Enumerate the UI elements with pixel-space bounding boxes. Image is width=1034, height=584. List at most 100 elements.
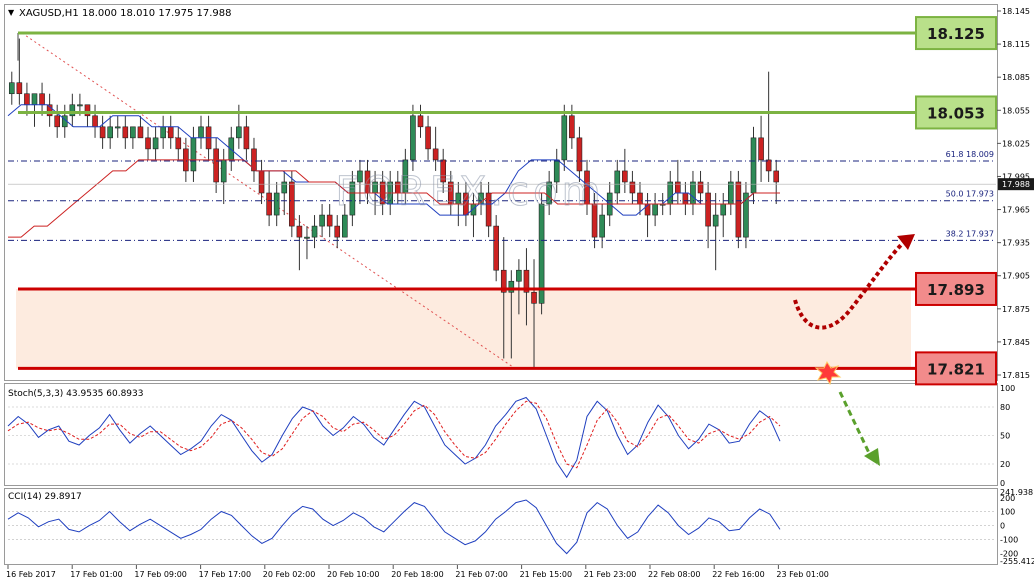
candle-body xyxy=(24,93,30,106)
candle-body xyxy=(167,126,174,139)
stoch-label: Stoch(5,3,3) 43.9535 60.8933 xyxy=(8,389,143,399)
candle-body xyxy=(432,148,439,161)
candle xyxy=(750,126,757,205)
fib-label: 61.8 18.009 xyxy=(946,150,994,159)
fib-label: 38.2 17.937 xyxy=(946,229,994,238)
time-tick-label: 22 Feb 08:00 xyxy=(648,570,700,579)
stoch-tick-label: 50 xyxy=(1000,432,1010,441)
time-tick-label: 23 Feb 01:00 xyxy=(776,570,828,579)
stoch-tick-label: 0 xyxy=(1000,479,1005,488)
level-label: 17.821 xyxy=(927,360,985,378)
candle-body xyxy=(311,225,318,238)
header-arrow-icon[interactable]: ▼ xyxy=(8,8,15,17)
time-tick-label: 17 Feb 17:00 xyxy=(199,570,251,579)
cci-tick-label: 0 xyxy=(1000,522,1005,531)
candle-body xyxy=(652,203,658,216)
price-tick-label: 17.815 xyxy=(1002,371,1030,380)
stoch-tick-label: 80 xyxy=(1000,403,1010,412)
candle-body xyxy=(54,115,60,128)
cci-tick-label: -100 xyxy=(1000,535,1018,544)
time-tick-label: 17 Feb 09:00 xyxy=(134,570,186,579)
candle-body xyxy=(152,137,159,150)
stoch-tick-label: 100 xyxy=(1000,384,1015,393)
candle-body xyxy=(516,269,522,282)
candle-body xyxy=(8,82,15,95)
candle-body xyxy=(160,126,166,139)
candle-body xyxy=(145,137,151,150)
time-tick-label: 22 Feb 16:00 xyxy=(712,570,764,579)
candle-body xyxy=(198,126,204,139)
cci-label: CCI(14) 29.8917 xyxy=(8,492,82,502)
candle-body xyxy=(281,181,288,194)
candle-body xyxy=(107,126,113,139)
candle-body xyxy=(114,126,121,129)
level-label: 17.893 xyxy=(927,281,985,299)
price-tick-label: 18.025 xyxy=(1002,139,1030,148)
price-tick-label: 18.085 xyxy=(1002,73,1030,82)
candle-body xyxy=(690,181,696,205)
candle-body xyxy=(228,137,235,161)
price-tick-label: 18.055 xyxy=(1002,106,1030,115)
candle-body xyxy=(99,126,106,139)
candle-body xyxy=(697,181,704,194)
candle-body xyxy=(266,192,272,216)
candle-body xyxy=(675,181,681,194)
candle-body xyxy=(629,181,636,194)
time-tick-label: 21 Feb 07:00 xyxy=(455,570,507,579)
candle-body xyxy=(758,137,764,161)
time-tick-label: 20 Feb 18:00 xyxy=(391,570,443,579)
candle-body xyxy=(342,214,348,238)
candle-body xyxy=(130,126,136,139)
candle-body xyxy=(31,93,38,106)
candle-body xyxy=(622,170,628,183)
price-chart[interactable]: 18.125 18.053 17.893 17.821 61.8 18.009 50.0… xyxy=(0,0,1034,584)
candle-body xyxy=(614,170,621,194)
candle-body xyxy=(175,137,182,150)
candle-body xyxy=(258,170,265,194)
candle-body xyxy=(16,82,23,95)
candle-body xyxy=(273,192,280,216)
candle-body xyxy=(77,104,83,107)
candle-body xyxy=(417,115,424,128)
candle-body xyxy=(599,214,605,238)
time-tick-label: 20 Feb 02:00 xyxy=(263,570,315,579)
candle-body xyxy=(289,181,295,227)
candle-body xyxy=(569,115,575,139)
candle-body xyxy=(190,137,197,172)
cci-tick-label: 200 xyxy=(1000,494,1015,503)
candle-body xyxy=(304,236,310,239)
candle-body xyxy=(712,214,719,227)
candle-body xyxy=(84,104,91,117)
candle-body xyxy=(122,126,129,139)
price-tick-label: 18.145 xyxy=(1002,7,1030,16)
time-tick-label: 20 Feb 10:00 xyxy=(327,570,379,579)
candle-body xyxy=(213,148,219,183)
current-price-label: 17.988 xyxy=(1002,180,1030,189)
price-tick-label: 17.935 xyxy=(1002,239,1030,248)
symbol-label: XAGUSD,H1 xyxy=(19,8,79,19)
time-tick-label: 21 Feb 23:00 xyxy=(584,570,636,579)
candle-body xyxy=(637,192,643,205)
candle-body xyxy=(682,192,689,205)
candle-body xyxy=(735,181,742,238)
candle-body xyxy=(750,137,757,194)
ohlc-label: 18.000 18.010 17.975 17.988 xyxy=(82,8,232,19)
candle-body xyxy=(220,159,227,183)
candle-body xyxy=(773,170,780,183)
watermark: FOREX.com xyxy=(335,169,604,215)
stoch-tick-label: 20 xyxy=(1000,460,1010,469)
candle-body xyxy=(531,291,537,304)
candle-body xyxy=(493,225,499,271)
candle-body xyxy=(326,214,333,227)
level-label: 18.053 xyxy=(927,104,985,122)
candle-body xyxy=(705,192,711,227)
cci-tick-label: -255.412 xyxy=(1000,557,1034,566)
price-tick-label: 17.905 xyxy=(1002,272,1030,281)
candle-body xyxy=(334,225,341,238)
time-tick-label: 21 Feb 15:00 xyxy=(520,570,572,579)
candle-body xyxy=(92,115,98,128)
candle-body xyxy=(236,126,242,139)
candle-body xyxy=(39,93,45,106)
price-tick-label: 17.845 xyxy=(1002,338,1030,347)
price-tick-label: 18.115 xyxy=(1002,40,1030,49)
